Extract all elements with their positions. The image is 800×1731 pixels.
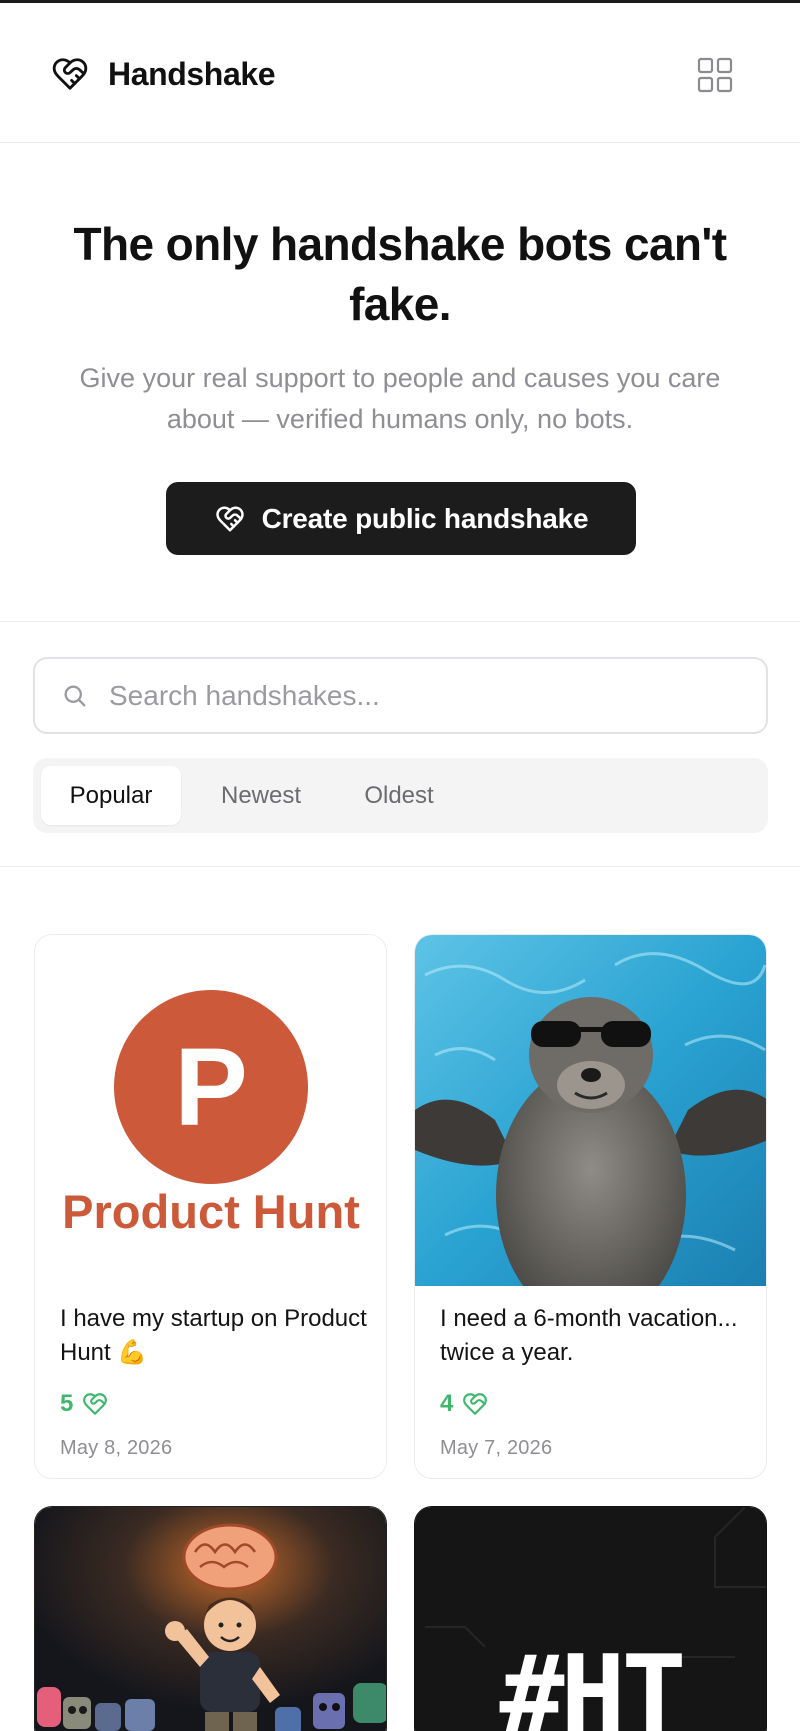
card-title: I need a 6-month vacation... twice a yea… [440, 1305, 738, 1366]
handshake-count: 4 [440, 1390, 489, 1418]
product-hunt-logo: P Product Hunt [62, 990, 360, 1238]
brain-cartoon-illustration [35, 1507, 386, 1731]
hero-title: The only handshake bots can't fake. [73, 218, 728, 330]
filter-section: Popular Newest Oldest [0, 623, 800, 867]
create-handshake-button[interactable]: Create public handshake [166, 482, 636, 555]
card-image [415, 935, 766, 1286]
sort-tabs: Popular Newest Oldest [33, 758, 768, 833]
card-title: I have my startup on Product Hunt 💪 [60, 1305, 367, 1366]
brand[interactable]: Handshake [50, 55, 276, 93]
heart-handshake-icon [215, 506, 244, 531]
card-date: May 8, 2026 [60, 1437, 173, 1459]
card-image: #HT [415, 1507, 766, 1731]
card-image: P Product Hunt [35, 935, 386, 1286]
heart-handshake-icon [463, 1393, 488, 1415]
card-image [35, 1507, 386, 1731]
card-date: May 7, 2026 [440, 1437, 553, 1459]
handshake-card[interactable] [34, 1506, 387, 1731]
search-box[interactable] [33, 657, 768, 734]
handshake-card[interactable]: I need a 6-month vacation... twice a yea… [414, 934, 767, 1479]
search-input[interactable] [109, 679, 766, 712]
seal-photo [415, 935, 766, 1286]
hero-section: The only handshake bots can't fake. Give… [0, 144, 800, 622]
svg-text:Product Hunt: Product Hunt [62, 1185, 360, 1238]
hashtag-logo-image: #HT [415, 1507, 766, 1731]
tab-oldest[interactable]: Oldest [329, 766, 469, 825]
svg-text:P: P [174, 1026, 247, 1149]
heart-handshake-icon [83, 1393, 108, 1415]
hashtag-text: #HT [499, 1633, 682, 1731]
handshake-card[interactable]: P Product Hunt I have my startup on Prod… [34, 934, 387, 1479]
heart-handshake-icon [52, 58, 88, 90]
handshake-card[interactable]: #HT [414, 1506, 767, 1731]
hero-subtitle: Give your real support to people and cau… [79, 363, 721, 434]
brand-name: Handshake [108, 55, 276, 92]
tab-popular[interactable]: Popular [41, 766, 181, 825]
grid-icon [697, 57, 733, 93]
tab-newest[interactable]: Newest [191, 766, 331, 825]
create-handshake-label: Create public handshake [261, 502, 589, 534]
app-header: Handshake [0, 3, 800, 143]
grid-menu-button[interactable] [690, 53, 740, 97]
search-icon [64, 685, 86, 706]
handshake-count: 5 [60, 1390, 109, 1418]
count-value: 4 [440, 1390, 454, 1417]
count-value: 5 [60, 1390, 74, 1417]
